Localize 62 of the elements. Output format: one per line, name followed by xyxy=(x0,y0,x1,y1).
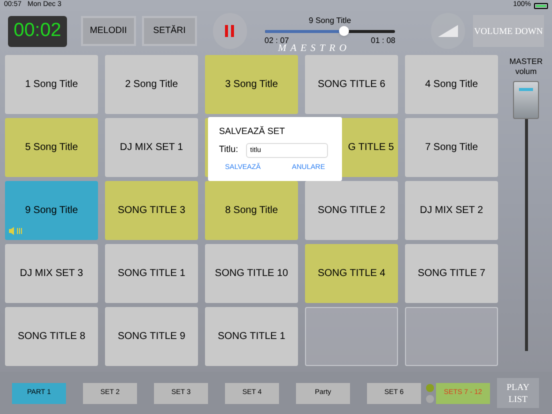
menu-button[interactable]: MELODII xyxy=(80,16,136,46)
pad-title: SONG TITLE 2 xyxy=(318,204,386,218)
song-pad[interactable]: SONG TITLE 8 xyxy=(5,307,98,366)
pad-title: SONG TITLE 10 xyxy=(214,267,288,281)
pad-title: SONG TITLE 6 xyxy=(318,78,386,92)
song-pad[interactable]: 4 Song Title xyxy=(405,55,498,114)
song-pad[interactable]: SONG TITLE 1 xyxy=(205,307,298,366)
timer-display: 00:02 xyxy=(8,16,67,46)
play-button[interactable] xyxy=(431,13,465,49)
master-sublabel: volum xyxy=(515,67,537,77)
song-pad[interactable]: SONG TITLE 10 xyxy=(205,244,298,303)
pad-title: SONG TITLE 3 xyxy=(118,204,186,218)
song-pad[interactable]: DJ MIX SET 1 xyxy=(105,118,198,177)
song-pad[interactable]: 8 Song Title xyxy=(205,181,298,240)
song-pad[interactable]: SONG TITLE 7 xyxy=(405,244,498,303)
master-volume-slider[interactable] xyxy=(511,81,541,351)
song-pad[interactable]: DJ MIX SET 3 xyxy=(5,244,98,303)
speaker-icon xyxy=(9,227,25,235)
song-pad[interactable]: SONG TITLE 4 xyxy=(305,244,398,303)
song-pad[interactable]: 1 Song Title xyxy=(5,55,98,114)
song-pad[interactable]: DJ MIX SET 2 xyxy=(405,181,498,240)
pad-title: 8 Song Title xyxy=(225,204,278,218)
pad-title: 1 Song Title xyxy=(25,78,78,92)
song-pad[interactable]: SONG TITLE 1 xyxy=(105,244,198,303)
elapsed-time: 02 : 07 xyxy=(264,35,289,45)
song-pad[interactable]: SONG TITLE 6 xyxy=(305,55,398,114)
pad-title: SONG TITLE 9 xyxy=(118,330,186,344)
menu-button[interactable]: SETĂRI xyxy=(142,16,197,46)
master-label: MASTER xyxy=(509,57,543,67)
empty-pad[interactable] xyxy=(305,307,398,366)
pad-title: 2 Song Title xyxy=(125,78,178,92)
battery-icon xyxy=(534,2,548,8)
pad-title: SONG TITLE 1 xyxy=(218,330,286,344)
pad-title: DJ MIX SET 3 xyxy=(20,267,84,281)
pad-title: SONG TITLE 4 xyxy=(318,267,386,281)
pad-title: SONG TITLE 7 xyxy=(418,267,486,281)
pad-title: 9 Song Title xyxy=(25,204,78,218)
song-pad[interactable]: SONG TITLE 3 xyxy=(105,181,198,240)
logo: MAESTRO xyxy=(278,43,350,56)
song-pad[interactable]: 5 Song Title xyxy=(5,118,98,177)
progress-slider[interactable] xyxy=(264,27,396,35)
song-pad[interactable]: 3 Song Title xyxy=(205,55,298,114)
song-pad[interactable]: 9 Song Title xyxy=(5,181,98,240)
pad-title: 4 Song Title xyxy=(425,78,478,92)
pad-title: SONG TITLE 8 xyxy=(18,330,86,344)
pad-title: 3 Song Title xyxy=(225,78,278,92)
pad-title: G TITLE 5 xyxy=(348,141,394,155)
song-pad[interactable]: 2 Song Title xyxy=(105,55,198,114)
pause-button[interactable] xyxy=(212,13,247,49)
song-title: 9 Song Title xyxy=(308,15,352,27)
song-pad[interactable]: 7 Song Title xyxy=(405,118,498,177)
field-label: Titlu: xyxy=(219,143,238,156)
song-pad[interactable]: SONG TITLE 9 xyxy=(105,307,198,366)
pad-title: 7 Song Title xyxy=(425,141,478,155)
pad-title: 5 Song Title xyxy=(25,141,78,155)
pad-title: DJ MIX SET 1 xyxy=(120,141,184,155)
remaining-time: 01 : 08 xyxy=(370,35,396,47)
song-pad[interactable]: SONG TITLE 2 xyxy=(305,181,398,240)
pad-title: DJ MIX SET 2 xyxy=(420,204,484,218)
dialog-title: SALVEAZĂ SET xyxy=(219,125,286,138)
empty-pad[interactable] xyxy=(405,307,498,366)
pad-title: SONG TITLE 1 xyxy=(118,267,186,281)
